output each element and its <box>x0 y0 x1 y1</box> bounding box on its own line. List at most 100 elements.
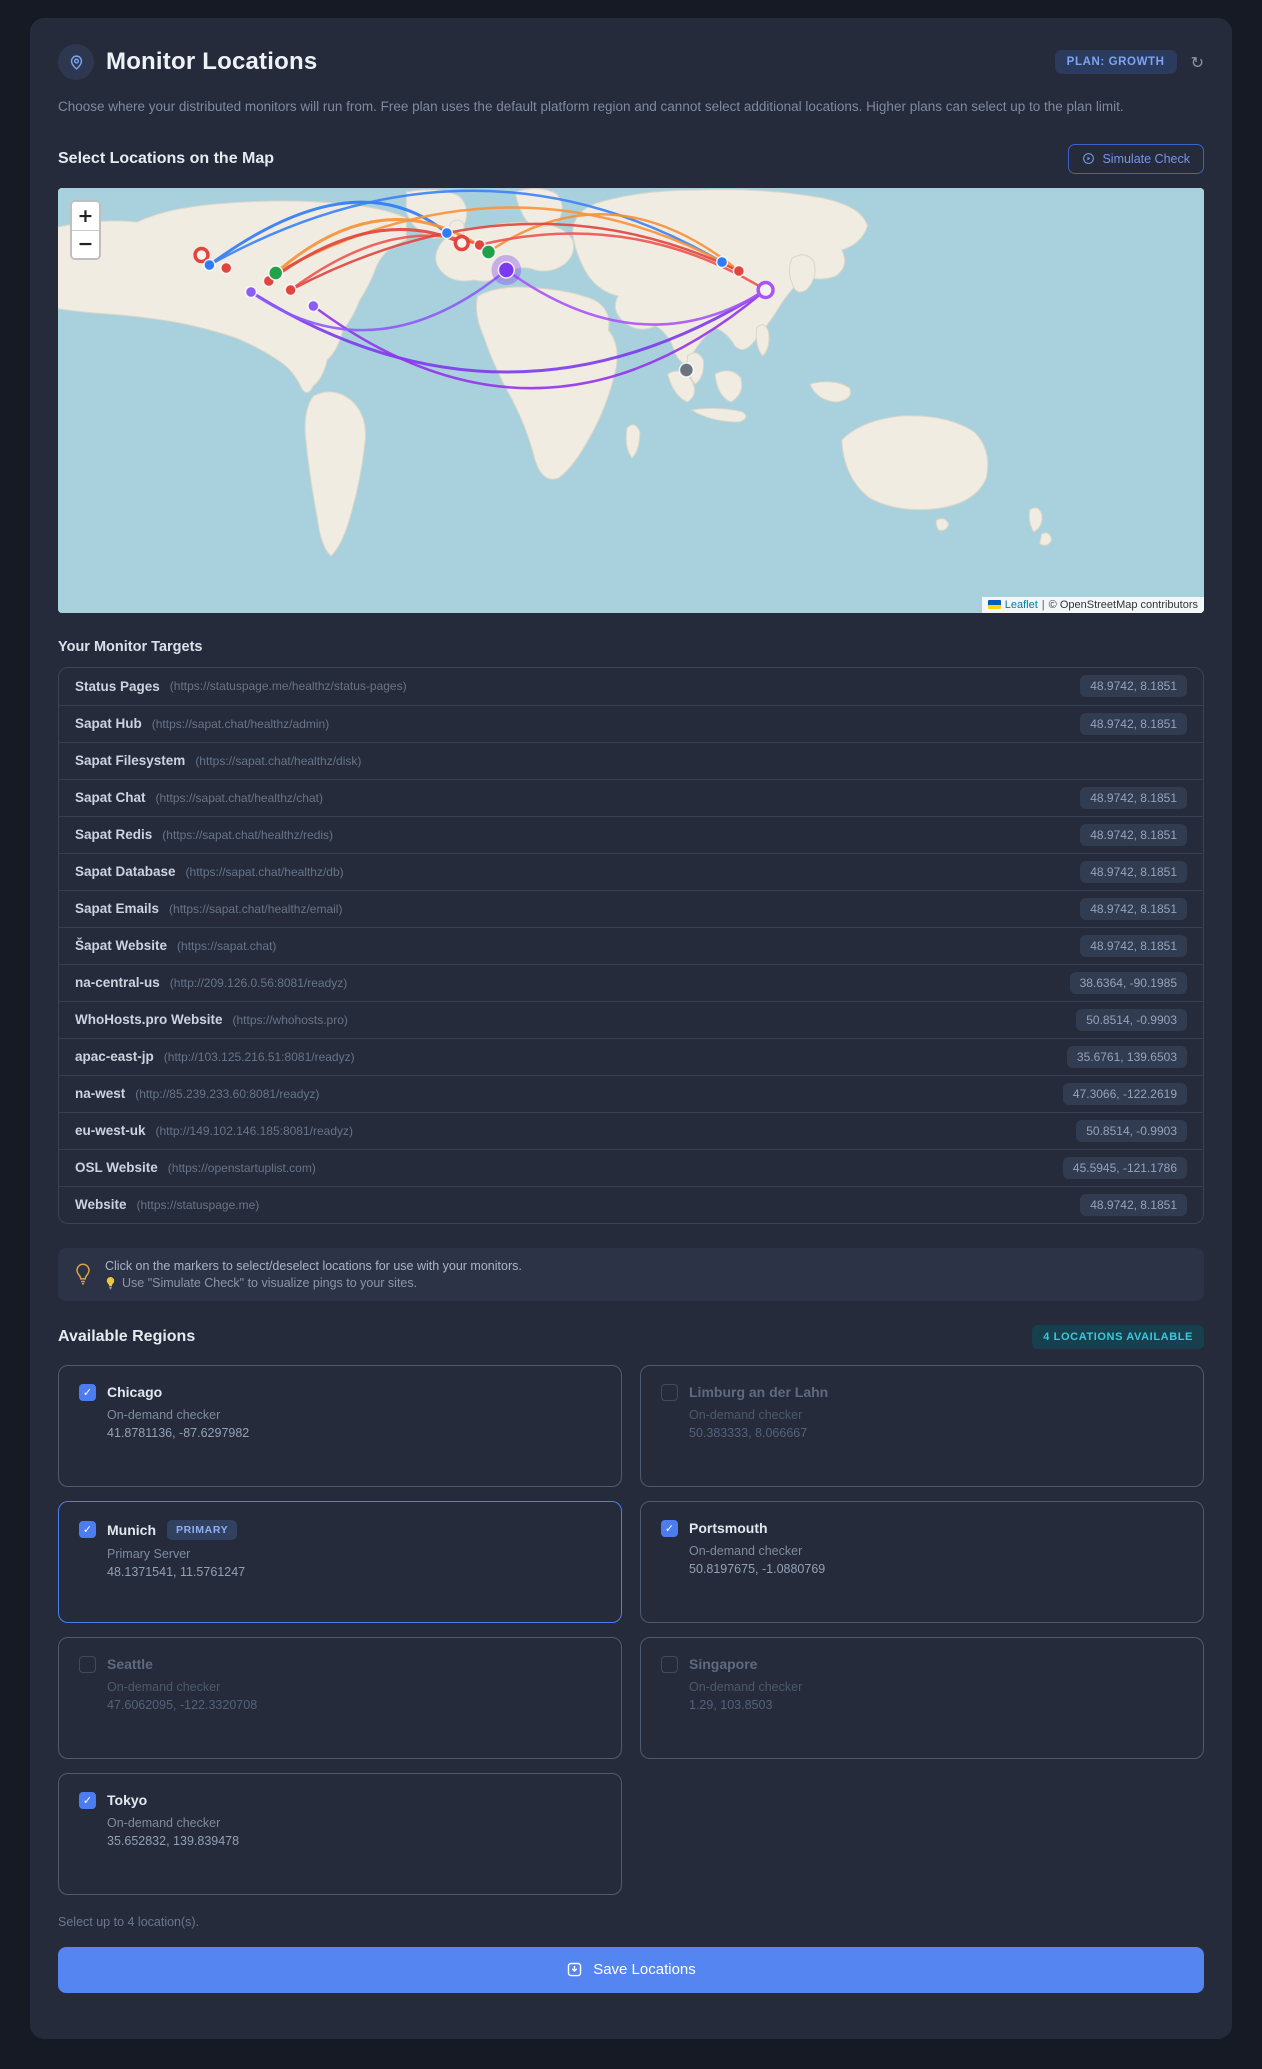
map-marker[interactable] <box>678 361 695 378</box>
target-name: eu-west-uk <box>75 1123 146 1139</box>
region-type: On-demand checker <box>107 1407 221 1422</box>
region-checkbox[interactable] <box>79 1655 96 1673</box>
simulate-check-button[interactable]: Simulate Check <box>1068 143 1204 174</box>
target-name: na-west <box>75 1086 126 1102</box>
target-url: (https://sapat.chat/healthz/redis) <box>162 827 334 842</box>
world-map[interactable]: + − Leaflet | © OpenStreetMap contributo… <box>58 187 1204 613</box>
map-marker[interactable] <box>268 264 284 281</box>
map-section-title: Select Locations on the Map <box>58 149 275 167</box>
plan-badge: PLAN: GROWTH <box>1054 50 1177 74</box>
target-row: na-central-us (http://209.126.0.56:8081/… <box>59 963 1203 1001</box>
region-name: Portsmouth <box>689 1520 768 1537</box>
page-description: Choose where your distributed monitors w… <box>58 99 1124 114</box>
region-checkbox[interactable] <box>661 1383 678 1401</box>
map-marker[interactable] <box>307 299 320 312</box>
region-checkbox[interactable] <box>661 1655 678 1673</box>
play-circle-icon <box>1082 152 1095 165</box>
zoom-out-button[interactable]: − <box>72 229 99 258</box>
refresh-icon[interactable]: ↻ <box>1191 53 1204 72</box>
selection-limit-note: Select up to 4 location(s). <box>58 1914 200 1929</box>
regions-grid: ✓ Chicago On-demand checker 41.8781136, … <box>58 1364 1204 1895</box>
target-coords-badge: 48.9742, 8.1851 <box>1080 823 1187 846</box>
target-row: Website (https://statuspage.me) 48.9742,… <box>59 1185 1203 1223</box>
target-coords-badge: 48.9742, 8.1851 <box>1080 934 1187 957</box>
save-locations-button[interactable]: Save Locations <box>58 1946 1204 1993</box>
map-marker[interactable] <box>491 254 522 285</box>
region-coords: 35.652832, 139.839478 <box>107 1833 240 1848</box>
region-coords: 50.383333, 8.066667 <box>689 1425 808 1440</box>
target-url: (https://openstartuplist.com) <box>167 1160 316 1175</box>
region-checkbox[interactable]: ✓ <box>79 1791 96 1809</box>
leaflet-link[interactable]: Leaflet <box>1005 599 1038 611</box>
map-marker[interactable] <box>453 234 470 251</box>
map-marker[interactable] <box>480 243 497 260</box>
ukraine-flag-icon <box>987 600 1001 610</box>
target-url: (https://statuspage.me) <box>136 1197 260 1212</box>
map-marker[interactable] <box>715 255 729 268</box>
map-marker[interactable] <box>193 246 210 263</box>
target-coords-badge: 48.9742, 8.1851 <box>1080 712 1187 735</box>
target-coords-badge: 47.3066, -122.2619 <box>1062 1082 1187 1105</box>
osm-attribution: © OpenStreetMap contributors <box>1048 598 1198 611</box>
region-card[interactable]: Limburg an der Lahn On-demand checker 50… <box>640 1364 1204 1487</box>
target-name: Sapat Redis <box>75 827 153 843</box>
target-row: Sapat Chat (https://sapat.chat/healthz/c… <box>59 778 1203 816</box>
target-name: Sapat Database <box>75 864 176 880</box>
save-icon <box>566 1961 583 1978</box>
target-name: Sapat Emails <box>75 901 160 917</box>
region-card[interactable]: Seattle On-demand checker 47.6062095, -1… <box>58 1636 622 1759</box>
target-name: Website <box>75 1197 127 1213</box>
target-coords-badge: 35.6761, 139.6503 <box>1066 1045 1187 1068</box>
target-url: (https://sapat.chat/healthz/chat) <box>155 790 323 805</box>
region-card[interactable]: ✓ Chicago On-demand checker 41.8781136, … <box>58 1364 622 1487</box>
target-row: Status Pages (https://statuspage.me/heal… <box>59 668 1203 705</box>
map-marker[interactable] <box>220 261 233 274</box>
region-name: Chicago <box>107 1384 163 1401</box>
region-card[interactable]: ✓ Tokyo On-demand checker 35.652832, 139… <box>58 1772 622 1895</box>
region-name: Limburg an der Lahn <box>689 1384 829 1401</box>
region-coords: 41.8781136, -87.6297982 <box>107 1425 250 1440</box>
map-marker[interactable] <box>440 226 454 239</box>
map-marker[interactable] <box>756 280 775 299</box>
region-coords: 1.29, 103.8503 <box>689 1697 773 1712</box>
target-coords-badge: 38.6364, -90.1985 <box>1069 971 1187 994</box>
target-row: Sapat Redis (https://sapat.chat/healthz/… <box>59 815 1203 853</box>
location-pin-icon <box>58 44 94 80</box>
map-marker[interactable] <box>732 264 746 277</box>
target-url: (http://209.126.0.56:8081/readyz) <box>169 975 348 990</box>
target-url: (https://whohosts.pro) <box>232 1012 348 1027</box>
region-coords: 47.6062095, -122.3320708 <box>107 1697 258 1712</box>
target-url: (https://sapat.chat/healthz/disk) <box>195 753 362 768</box>
target-url: (https://statuspage.me/healthz/status-pa… <box>169 679 407 694</box>
target-coords-badge: 48.9742, 8.1851 <box>1080 786 1187 809</box>
target-row: OSL Website (https://openstartuplist.com… <box>59 1148 1203 1186</box>
target-name: Sapat Hub <box>75 716 142 732</box>
map-marker[interactable] <box>244 285 258 298</box>
region-coords: 50.8197675, -1.0880769 <box>689 1561 826 1576</box>
region-name: Seattle <box>107 1656 153 1673</box>
tip-line2: Use "Simulate Check" to visualize pings … <box>105 1276 522 1290</box>
map-marker[interactable] <box>203 258 216 271</box>
region-coords: 48.1371541, 11.5761247 <box>107 1564 246 1579</box>
region-type: On-demand checker <box>689 1407 803 1422</box>
target-url: (https://sapat.chat/healthz/db) <box>185 864 344 879</box>
target-name: apac-east-jp <box>75 1049 154 1065</box>
map-attribution: Leaflet | © OpenStreetMap contributors <box>981 596 1204 613</box>
region-name: Munich <box>107 1521 156 1538</box>
target-row: Šapat Website (https://sapat.chat) 48.97… <box>59 926 1203 964</box>
region-card[interactable]: ✓ Munich PRIMARY Primary Server 48.13715… <box>58 1500 622 1623</box>
region-checkbox[interactable]: ✓ <box>79 1383 96 1401</box>
regions-heading: Available Regions <box>58 1327 196 1345</box>
map-marker[interactable] <box>284 283 297 296</box>
target-url: (https://sapat.chat) <box>177 938 277 953</box>
region-checkbox[interactable]: ✓ <box>79 1521 96 1539</box>
target-coords-badge: 48.9742, 8.1851 <box>1080 675 1187 698</box>
lightbulb-emoji-icon <box>105 1276 116 1290</box>
region-card[interactable]: ✓ Portsmouth On-demand checker 50.819767… <box>640 1500 1204 1623</box>
region-checkbox[interactable]: ✓ <box>661 1519 678 1537</box>
tip-box: Click on the markers to select/deselect … <box>58 1247 1204 1301</box>
target-coords-badge: 48.9742, 8.1851 <box>1080 1193 1187 1216</box>
zoom-in-button[interactable]: + <box>72 201 99 230</box>
region-card[interactable]: Singapore On-demand checker 1.29, 103.85… <box>640 1636 1204 1759</box>
target-name: Sapat Chat <box>75 790 146 806</box>
